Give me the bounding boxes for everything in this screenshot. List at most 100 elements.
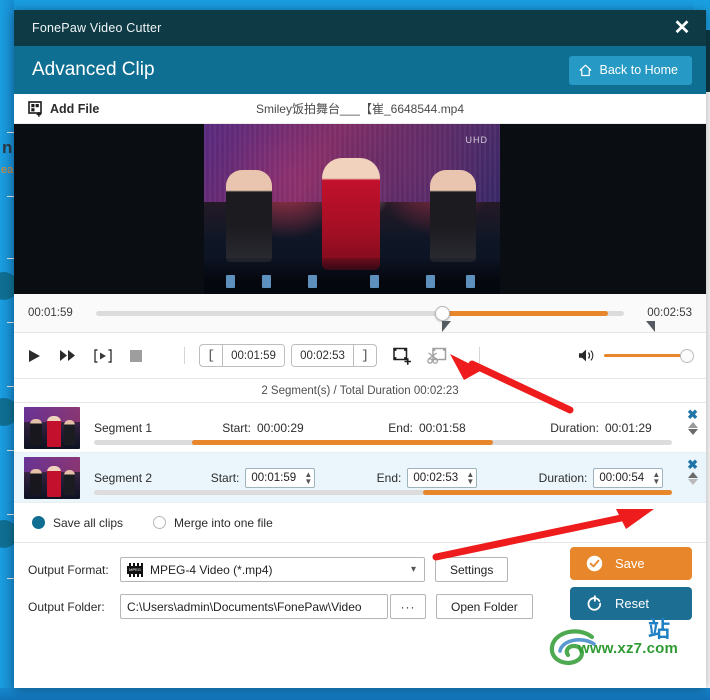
- chevron-down-icon[interactable]: ▾: [411, 564, 416, 575]
- page-title: Advanced Clip: [32, 59, 155, 80]
- next-frame-button[interactable]: [94, 348, 112, 363]
- table-row[interactable]: Segment 2 Start: ▲▼ End: ▲▼ Duration:: [14, 453, 706, 503]
- out-time-input[interactable]: [292, 345, 354, 366]
- output-format-label: Output Format:: [28, 562, 109, 577]
- reset-button-label: Reset: [615, 596, 649, 611]
- header-bar: Advanced Clip Back to Home: [14, 46, 706, 94]
- output-format-select[interactable]: MPEG-4 Video (*.mp4) ▾: [120, 557, 425, 582]
- thumb-figure: [47, 465, 61, 497]
- output-section: Output Format: MPEG-4 Video (*.mp4) ▾ Se…: [14, 543, 706, 620]
- set-out-point-field[interactable]: ]: [291, 344, 377, 367]
- fast-forward-button[interactable]: [59, 349, 76, 362]
- segment-start-stepper[interactable]: ▲▼: [245, 467, 316, 488]
- table-row[interactable]: Segment 1 Start: 00:00:29 End: 00:01:58 …: [14, 403, 706, 453]
- add-file-row: Add File Smiley饭拍舞台___【崔_6648544.mp4: [14, 94, 706, 124]
- video-frame: UHD: [204, 124, 500, 294]
- close-icon[interactable]: ✕: [668, 15, 696, 41]
- radio-selected-icon[interactable]: [32, 516, 45, 529]
- reset-icon: [587, 595, 602, 611]
- home-icon: [580, 64, 592, 76]
- radio-save-all-label: Save all clips: [53, 515, 124, 530]
- segment-end: End: 00:01:58: [388, 421, 465, 435]
- timeline-track[interactable]: [96, 305, 624, 321]
- radio-merge-label: Merge into one file: [174, 515, 273, 530]
- timeline-end-time: 00:02:53: [647, 307, 692, 319]
- segment-end: End: ▲▼: [377, 467, 478, 488]
- add-segment-button[interactable]: [393, 347, 413, 365]
- divider: [184, 347, 185, 364]
- segment-range-fill: [192, 440, 493, 445]
- set-in-point-field[interactable]: [: [199, 344, 285, 367]
- back-to-home-button[interactable]: Back to Home: [569, 55, 692, 85]
- in-time-input[interactable]: [222, 345, 284, 366]
- background-window-bottom-accent: [0, 688, 710, 700]
- segment-duration: Duration: 00:01:29: [550, 421, 651, 435]
- reset-button[interactable]: Reset: [570, 587, 692, 620]
- browse-folder-button[interactable]: ···: [390, 594, 426, 619]
- settings-button[interactable]: Settings: [435, 557, 509, 582]
- performer-center: [322, 158, 380, 270]
- timeline-start-time: 00:01:59: [28, 307, 73, 319]
- background-text-ea: ea: [1, 164, 14, 176]
- segment-duration-label: Duration:: [550, 420, 599, 435]
- volume-slider[interactable]: [604, 348, 694, 363]
- segment-duration-input[interactable]: [599, 471, 652, 484]
- segment-end-input[interactable]: [413, 471, 466, 484]
- segment-range-bar[interactable]: [94, 490, 672, 495]
- save-button[interactable]: Save: [570, 547, 692, 580]
- split-segment-button[interactable]: [427, 347, 447, 365]
- stop-button[interactable]: [130, 349, 142, 362]
- audience-phone: [308, 275, 317, 288]
- current-file-name: Smiley饭拍舞台___【崔_6648544.mp4: [255, 102, 465, 116]
- segment-duration-stepper[interactable]: ▲▼: [593, 467, 664, 488]
- play-button[interactable]: [28, 349, 41, 363]
- segment-fields: Start: ▲▼ End: ▲▼ Duration: ▲▼: [180, 467, 706, 488]
- stop-icon: [130, 349, 142, 362]
- remove-segment-icon[interactable]: ✖: [687, 458, 698, 471]
- segment-start: Start: ▲▼: [211, 467, 316, 488]
- volume-control[interactable]: [578, 348, 694, 363]
- stepper-arrows-icon[interactable]: ▲ ▼: [465, 470, 474, 485]
- move-segment-down-icon[interactable]: [687, 429, 698, 435]
- stepper-arrows-icon[interactable]: ▲ ▼: [303, 470, 312, 485]
- output-format-value: MPEG-4 Video (*.mp4): [150, 562, 273, 577]
- segment-start-input[interactable]: [251, 471, 304, 484]
- next-frame-icon: [94, 348, 112, 363]
- radio-merge-into-one-file[interactable]: Merge into one file: [153, 516, 273, 530]
- video-preview[interactable]: UHD: [14, 124, 706, 294]
- trim-out-marker[interactable]: [646, 321, 656, 332]
- stepper-arrows-icon[interactable]: ▲ ▼: [651, 470, 660, 485]
- segment-end-label: End:: [388, 420, 413, 435]
- segment-name: Segment 2: [94, 470, 153, 485]
- window-title: FonePaw Video Cutter: [32, 21, 162, 35]
- segment-thumbnail: [24, 456, 80, 499]
- radio-unselected-icon[interactable]: [153, 516, 167, 529]
- output-folder-input[interactable]: C:\Users\admin\Documents\FonePaw\Video: [120, 594, 388, 619]
- move-segment-down-icon[interactable]: [687, 479, 698, 485]
- audience-phone: [426, 275, 435, 288]
- segment-name: Segment 1: [94, 420, 153, 435]
- segment-end-stepper[interactable]: ▲▼: [407, 467, 478, 488]
- move-segment-up-icon[interactable]: [687, 472, 698, 478]
- back-to-home-label: Back to Home: [599, 63, 678, 77]
- volume-handle[interactable]: [680, 348, 694, 363]
- in-bracket-icon[interactable]: [: [200, 348, 222, 363]
- segment-start: Start: 00:00:29: [222, 421, 303, 435]
- transport-bar: [ ]: [14, 332, 706, 379]
- open-folder-button[interactable]: Open Folder: [436, 594, 533, 619]
- save-button-label: Save: [615, 556, 645, 571]
- out-bracket-icon[interactable]: ]: [354, 348, 376, 363]
- segment-controls: ✖: [687, 458, 698, 485]
- scissors-clip-icon: [427, 347, 447, 364]
- radio-save-all-clips[interactable]: Save all clips: [32, 516, 123, 530]
- move-segment-up-icon[interactable]: [687, 422, 698, 428]
- segment-start-label: Start:: [222, 420, 251, 435]
- audience-phone: [466, 275, 475, 288]
- audience-phone: [370, 275, 379, 288]
- timeline-playhead-handle[interactable]: [434, 305, 450, 321]
- remove-segment-icon[interactable]: ✖: [687, 408, 698, 421]
- segment-range-bar[interactable]: [94, 440, 672, 445]
- performer-right: [430, 170, 476, 262]
- volume-icon[interactable]: [578, 348, 595, 363]
- trim-in-marker[interactable]: [441, 321, 451, 332]
